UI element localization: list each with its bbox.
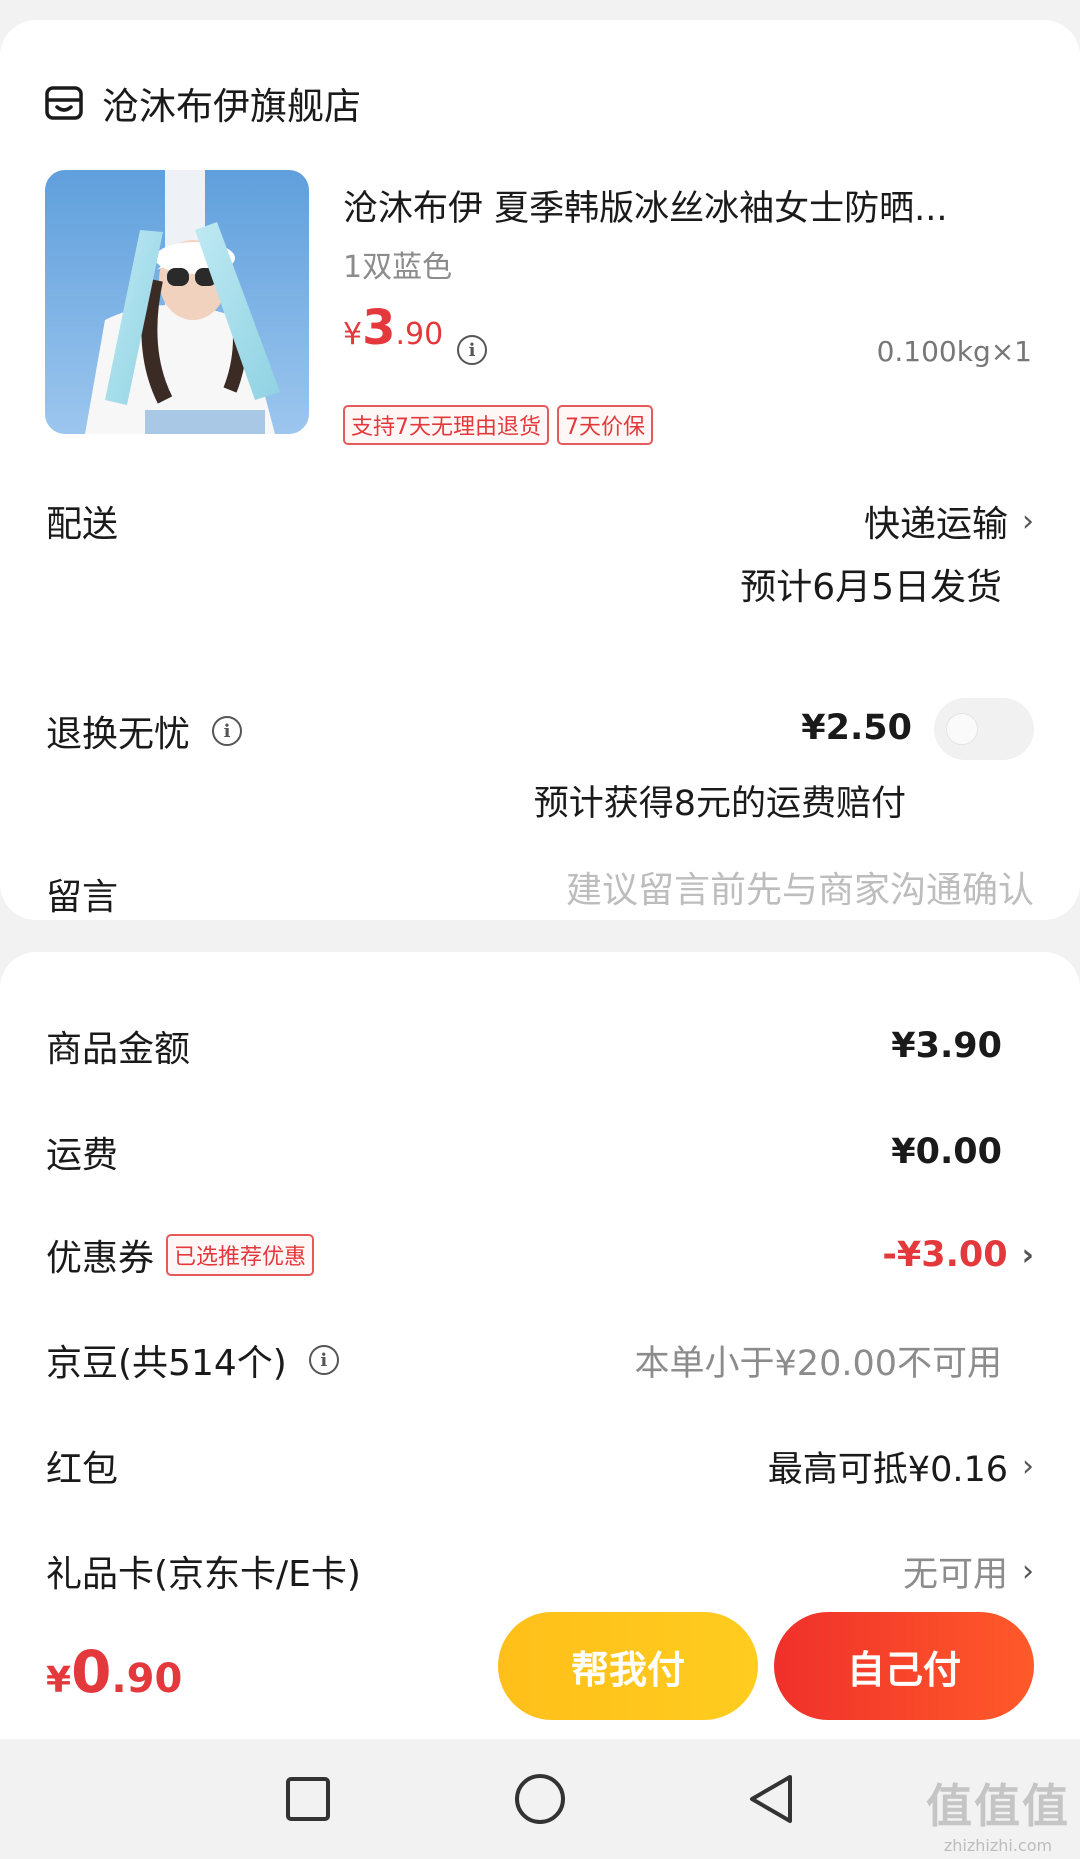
product-spec: 1双蓝色 <box>343 250 453 285</box>
system-nav-bar <box>0 1739 1080 1859</box>
coupon-row[interactable]: 优惠券 已选推荐优惠 -¥3.00 › <box>46 1225 1034 1285</box>
info-icon[interactable]: i <box>308 1345 339 1375</box>
help-me-pay-button[interactable]: 帮我付 <box>498 1612 758 1720</box>
chevron-right-icon: › <box>1022 503 1034 539</box>
return-service-toggle[interactable] <box>934 698 1034 760</box>
return-service-label: 退换无忧 i <box>46 705 243 757</box>
service-tags: 支持7天无理由退货 7天价保 <box>343 405 653 445</box>
product-weight-qty: 0.100kg×1 <box>876 335 1032 368</box>
watermark: 值值值 zhizhizhi.com <box>926 1779 1070 1855</box>
coupon-recommended-badge: 已选推荐优惠 <box>166 1234 315 1276</box>
message-input[interactable] <box>474 862 1034 918</box>
message-label: 留言 <box>46 877 119 918</box>
recent-apps-icon[interactable] <box>278 1769 338 1829</box>
product-price: ¥ 3 .90 <box>343 300 444 356</box>
goods-amount-row: 商品金额 ¥3.90 <box>46 1026 1002 1070</box>
tag-7day-return: 支持7天无理由退货 <box>343 405 549 445</box>
jd-beans-row: 京豆(共514个) i 本单小于¥20.00不可用 <box>46 1343 1002 1384</box>
delivery-method[interactable]: 快递运输 › <box>864 495 1034 547</box>
gift-card-row[interactable]: 礼品卡(京东卡/E卡) 无可用 › <box>46 1541 1034 1601</box>
shipping-fee-row: 运费 ¥0.00 <box>46 1132 1002 1176</box>
back-icon[interactable] <box>742 1769 802 1829</box>
product-image[interactable] <box>45 170 309 434</box>
toggle-knob <box>946 713 978 745</box>
info-icon[interactable]: i <box>212 716 243 746</box>
order-item-card: 沧沐布伊旗舰店 沧沐布伊 夏季韩版冰丝冰袖女士防晒... 1双蓝色 ¥ 3 .9… <box>0 20 1080 920</box>
chevron-right-icon: › <box>1022 1448 1034 1484</box>
product-title[interactable]: 沧沐布伊 夏季韩版冰丝冰袖女士防晒... <box>343 180 1023 231</box>
shop-name: 沧沐布伊旗舰店 <box>102 85 361 128</box>
home-icon[interactable] <box>510 1769 570 1829</box>
return-service-note: 预计获得8元的运费赔付 <box>533 784 906 824</box>
return-service-price: ¥2.50 <box>801 708 912 748</box>
total-price: ¥ 0 .90 <box>46 1638 183 1706</box>
tag-price-protect: 7天价保 <box>557 405 653 445</box>
price-info-icon[interactable]: i <box>457 335 487 365</box>
chevron-right-icon: › <box>1021 1237 1034 1273</box>
delivery-label: 配送 <box>46 504 119 545</box>
delivery-eta: 预计6月5日发货 <box>740 567 1002 608</box>
price-summary-card: 商品金额 ¥3.90 运费 ¥0.00 优惠券 已选推荐优惠 -¥3.00 › … <box>0 952 1080 1612</box>
shop-header[interactable]: 沧沐布伊旗舰店 <box>44 62 361 144</box>
checkout-bar: ¥ 0 .90 帮我付 自己付 <box>0 1596 1080 1739</box>
pay-myself-button[interactable]: 自己付 <box>774 1612 1034 1720</box>
red-packet-row[interactable]: 红包 最高可抵¥0.16 › <box>46 1436 1034 1496</box>
chevron-right-icon: › <box>1022 1553 1034 1589</box>
order-confirm-page: 沧沐布伊旗舰店 沧沐布伊 夏季韩版冰丝冰袖女士防晒... 1双蓝色 ¥ 3 .9… <box>0 0 1080 1859</box>
shop-icon <box>45 86 83 120</box>
